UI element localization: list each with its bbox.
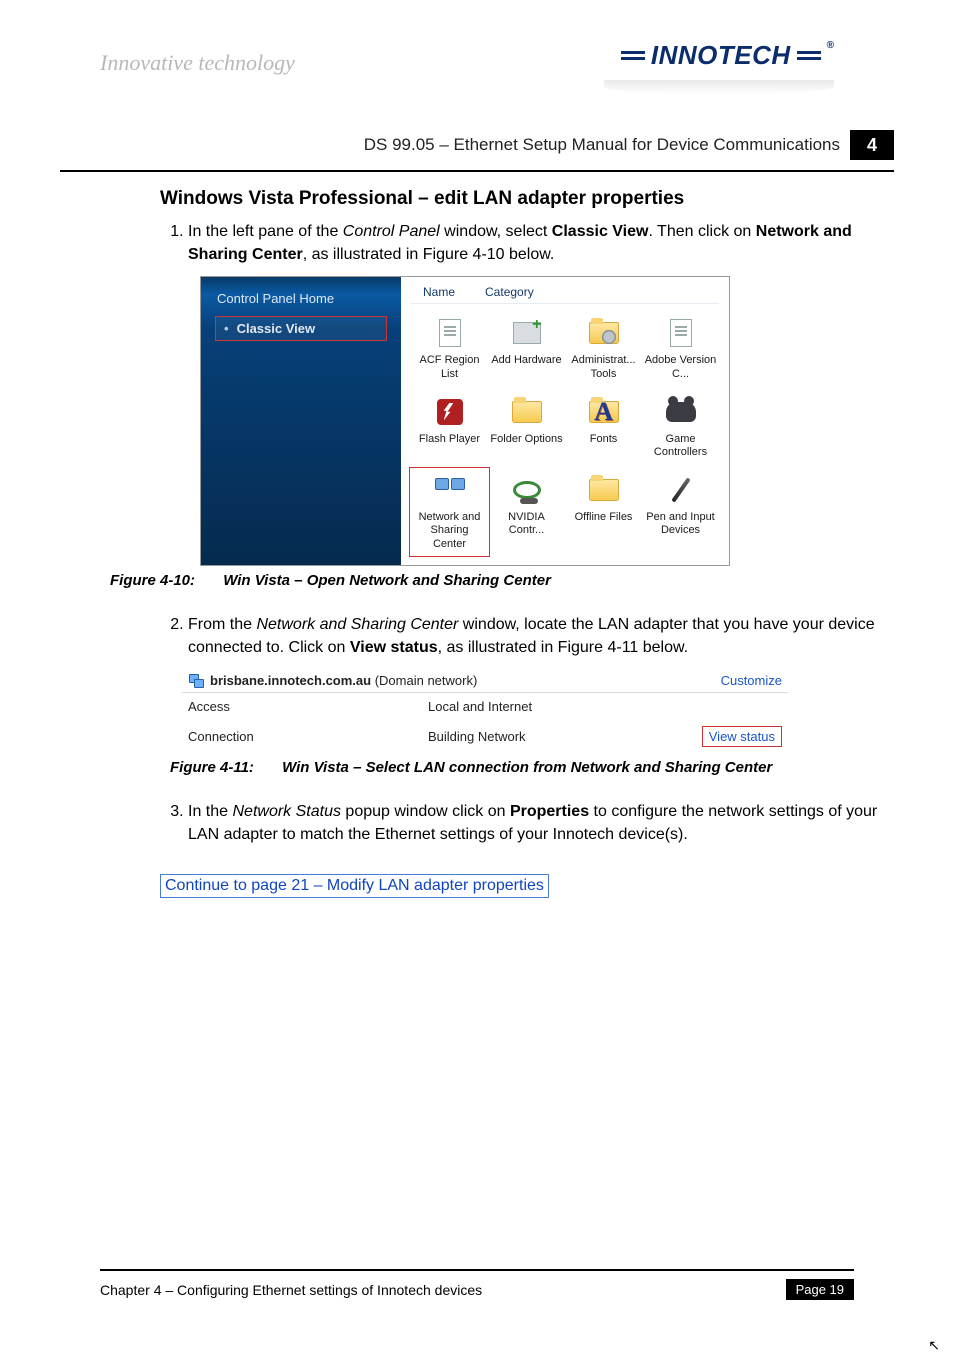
pen-icon: [671, 478, 690, 503]
cp-item-fonts[interactable]: AFonts: [565, 391, 642, 463]
ns-view-status-link[interactable]: View status: [702, 726, 782, 747]
ns-access-value: Local and Internet: [428, 699, 532, 714]
chapter-badge: 4: [850, 130, 894, 160]
figure-4-10-caption: Win Vista – Open Network and Sharing Cen…: [223, 572, 551, 589]
ns-domain-name: brisbane.innotech.com.au: [210, 673, 371, 688]
column-header-category[interactable]: Category: [485, 285, 534, 299]
cp-item-game-controllers[interactable]: Game Controllers: [642, 391, 719, 463]
cp-item-flash-player[interactable]: Flash Player: [411, 391, 488, 463]
column-header-name[interactable]: Name: [423, 285, 455, 299]
network-small-icon: [188, 674, 204, 688]
flash-icon: [437, 399, 463, 425]
figure-4-11-network-sharing: brisbane.innotech.com.au (Domain network…: [182, 669, 788, 753]
cp-item-network-sharing-center[interactable]: Network and Sharing Center↖: [411, 469, 488, 555]
document-icon: [439, 319, 461, 347]
ns-domain-suffix: (Domain network): [371, 673, 477, 688]
footer-page: Page 19: [786, 1279, 854, 1300]
ns-connection-label: Connection: [188, 729, 308, 744]
figure-4-10-label: Figure 4-10:: [110, 572, 195, 589]
brand-logo: INNOTECH ®: [621, 40, 834, 71]
continue-link[interactable]: Continue to page 21 – Modify LAN adapter…: [160, 874, 549, 898]
sidebar-classic-view[interactable]: •Classic View: [215, 316, 387, 341]
footer-chapter: Chapter 4 – Configuring Ethernet setting…: [100, 1282, 482, 1298]
step-3: In the Network Status popup window click…: [188, 800, 884, 846]
step-1: In the left pane of the Control Panel wi…: [188, 220, 884, 266]
ns-access-label: Access: [188, 699, 308, 714]
cp-item-offline-files[interactable]: Offline Files: [565, 469, 642, 555]
document-icon: [670, 319, 692, 347]
folder-icon: [512, 401, 542, 423]
controller-icon: [666, 402, 696, 422]
control-panel-sidebar: Control Panel Home •Classic View: [201, 277, 401, 564]
folder-icon: [589, 479, 619, 501]
hardware-icon: [513, 322, 541, 344]
figure-4-10-control-panel: Control Panel Home •Classic View Name Ca…: [200, 276, 730, 565]
cp-item-acf-region-list[interactable]: ACF Region List: [411, 312, 488, 384]
network-icon: [435, 478, 465, 502]
cursor-icon: ↖: [928, 1337, 940, 1354]
cp-item-nvidia[interactable]: NVIDIA Contr...: [488, 469, 565, 555]
figure-4-11-caption: Win Vista – Select LAN connection from N…: [282, 759, 772, 776]
cp-item-folder-options[interactable]: Folder Options: [488, 391, 565, 463]
ns-connection-value: Building Network: [428, 729, 526, 744]
cp-item-add-hardware[interactable]: Add Hardware: [488, 312, 565, 384]
sidebar-control-panel-home[interactable]: Control Panel Home: [217, 291, 385, 306]
nvidia-icon: [513, 481, 541, 499]
step-2: From the Network and Sharing Center wind…: [188, 613, 884, 659]
document-title: DS 99.05 – Ethernet Setup Manual for Dev…: [364, 135, 840, 155]
font-icon: A: [594, 396, 613, 427]
cp-item-admin-tools[interactable]: Administrat... Tools: [565, 312, 642, 384]
gear-icon: [601, 330, 615, 344]
ns-customize-link[interactable]: Customize: [721, 673, 782, 688]
section-heading: Windows Vista Professional – edit LAN ad…: [160, 188, 884, 210]
tagline: Innovative technology: [100, 50, 295, 76]
cp-item-adobe-version[interactable]: Adobe Version C...: [642, 312, 719, 384]
brand-text: INNOTECH: [651, 40, 791, 71]
figure-4-11-label: Figure 4-11:: [170, 759, 254, 776]
cp-item-pen-input[interactable]: Pen and Input Devices: [642, 469, 719, 555]
